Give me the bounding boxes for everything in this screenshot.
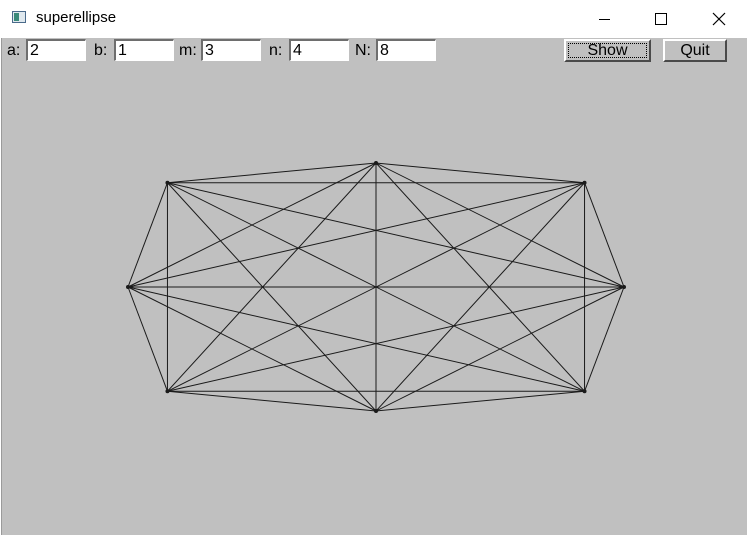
chord-line bbox=[127, 182, 168, 288]
chord-line bbox=[375, 162, 585, 184]
chord-line bbox=[127, 286, 168, 392]
vertex-point bbox=[374, 161, 378, 165]
chord-line bbox=[167, 286, 625, 392]
chord-line bbox=[375, 182, 585, 412]
chord-line bbox=[167, 182, 625, 288]
chord-line bbox=[167, 182, 377, 412]
chord-line bbox=[375, 162, 585, 392]
vertex-point bbox=[165, 389, 170, 394]
chord-line bbox=[127, 286, 585, 392]
superellipse-canvas bbox=[126, 161, 626, 413]
chord-line bbox=[375, 390, 585, 412]
vertex-point bbox=[582, 389, 587, 394]
chord-line bbox=[584, 182, 625, 288]
vertex-point bbox=[165, 180, 170, 185]
chord-line bbox=[167, 162, 377, 184]
vertex-point bbox=[622, 285, 626, 289]
chord-line bbox=[584, 286, 625, 392]
vertex-point bbox=[126, 285, 130, 289]
vertex-point bbox=[582, 180, 587, 185]
vertex-point bbox=[374, 409, 378, 413]
chord-line bbox=[167, 162, 377, 392]
chord-line bbox=[127, 182, 585, 288]
chord-line bbox=[167, 390, 377, 412]
